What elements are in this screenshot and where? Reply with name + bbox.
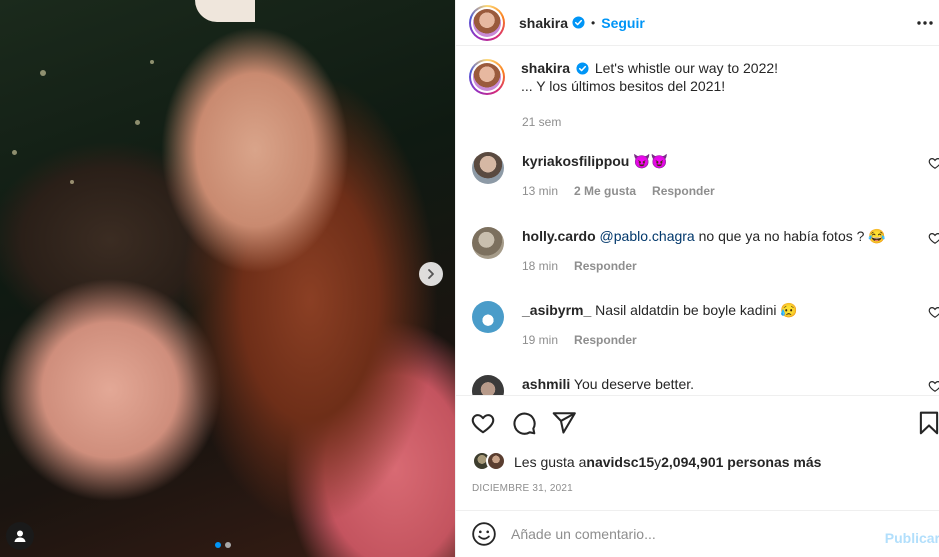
share-icon[interactable] — [551, 410, 577, 436]
likes-count-link[interactable]: 2,094,901 personas más — [661, 454, 821, 470]
liker-avatar — [486, 451, 506, 471]
reply-button[interactable]: Responder — [574, 259, 637, 273]
comment-username[interactable]: holly.cardo — [522, 228, 596, 244]
comment-text: 😈😈 — [629, 153, 669, 169]
comment-time[interactable]: 18 min — [522, 259, 558, 273]
reply-button[interactable]: Responder — [652, 184, 715, 198]
caption-author-avatar[interactable] — [469, 59, 505, 95]
comment-icon[interactable] — [511, 410, 537, 436]
bokeh-light — [135, 120, 140, 125]
caption-username[interactable]: shakira — [521, 60, 570, 76]
chevron-right-icon — [428, 269, 434, 279]
comment-time[interactable]: 13 min — [522, 184, 558, 198]
comment-time[interactable]: 19 min — [522, 333, 558, 347]
emoji-icon[interactable] — [471, 521, 497, 547]
comments-list[interactable]: shakira Let's whistle our way to 2022! .… — [456, 47, 939, 395]
post-action-bar — [456, 395, 939, 447]
avatar-image — [473, 63, 501, 91]
comment-like-icon[interactable] — [928, 379, 939, 393]
like-button-heart-icon[interactable] — [470, 410, 496, 436]
comment-like-icon[interactable] — [928, 231, 939, 245]
comment-like-icon[interactable] — [928, 305, 939, 319]
caption-text-line2: ... Y los últimos besitos del 2021! — [521, 78, 726, 94]
caption-text-line1: Let's whistle our way to 2022! — [594, 60, 779, 76]
comment-username[interactable]: kyriakosfilippou — [522, 153, 629, 169]
comment-like-icon[interactable] — [928, 156, 939, 170]
caption-timestamp: 21 sem — [522, 115, 562, 129]
comment-likes-count[interactable]: 2 Me gusta — [574, 184, 636, 198]
author-username[interactable]: shakira — [519, 15, 568, 31]
commenter-avatar[interactable] — [472, 301, 504, 333]
more-options-button[interactable] — [915, 13, 935, 33]
verified-badge-icon — [576, 62, 589, 75]
post-photo[interactable] — [0, 0, 455, 557]
liker-avatars — [472, 451, 512, 473]
post-header: shakira • Seguir — [456, 0, 939, 46]
tag-user-icon — [14, 530, 26, 542]
reply-button[interactable]: Responder — [574, 333, 637, 347]
carousel-dot — [225, 542, 231, 548]
post-caption: shakira Let's whistle our way to 2022! .… — [469, 59, 778, 95]
comment-input[interactable] — [511, 526, 871, 542]
comment-text: no que ya no había fotos ? 😂 — [694, 228, 886, 244]
bokeh-light — [12, 150, 17, 155]
author-avatar[interactable] — [469, 4, 505, 41]
verified-badge-icon — [572, 16, 585, 29]
post-date[interactable]: DICIEMBRE 31, 2021 — [472, 483, 573, 494]
post-details-panel: shakira • Seguir shakira Let's whistle o… — [455, 0, 939, 557]
tagged-users-button[interactable] — [6, 522, 34, 550]
comment-mention-link[interactable]: @pablo.chagra — [600, 228, 695, 244]
bokeh-light — [40, 70, 46, 76]
follow-button[interactable]: Seguir — [601, 15, 645, 31]
bokeh-light — [70, 180, 74, 184]
comment-username[interactable]: _asibyrm_ — [522, 302, 591, 318]
publish-button[interactable]: Publicar — [885, 530, 939, 546]
add-comment-bar: Publicar — [456, 510, 939, 557]
carousel-dots — [215, 542, 231, 548]
comment-text: Nasil aldatdin be boyle kadini 😥 — [591, 302, 798, 318]
likes-summary: Les gusta a navidsc15 y 2,094,901 person… — [472, 451, 821, 473]
more-options-icon — [917, 21, 933, 25]
avatar-image — [473, 8, 501, 37]
save-icon[interactable] — [916, 410, 939, 436]
commenter-avatar[interactable] — [472, 375, 504, 395]
commenter-avatar[interactable] — [472, 152, 504, 184]
carousel-next-button[interactable] — [419, 262, 443, 286]
likes-prefix: Les gusta a — [514, 454, 587, 470]
carousel-dot-active — [215, 542, 221, 548]
photo-background-wall — [195, 0, 255, 22]
liker-username[interactable]: navidsc15 — [586, 454, 654, 470]
bokeh-light — [150, 60, 154, 64]
header-separator: • — [591, 15, 596, 30]
comment-text: You deserve better. — [570, 376, 695, 392]
likes-middle: y — [654, 454, 662, 470]
commenter-avatar[interactable] — [472, 227, 504, 259]
comment-username[interactable]: ashmili — [522, 376, 570, 392]
